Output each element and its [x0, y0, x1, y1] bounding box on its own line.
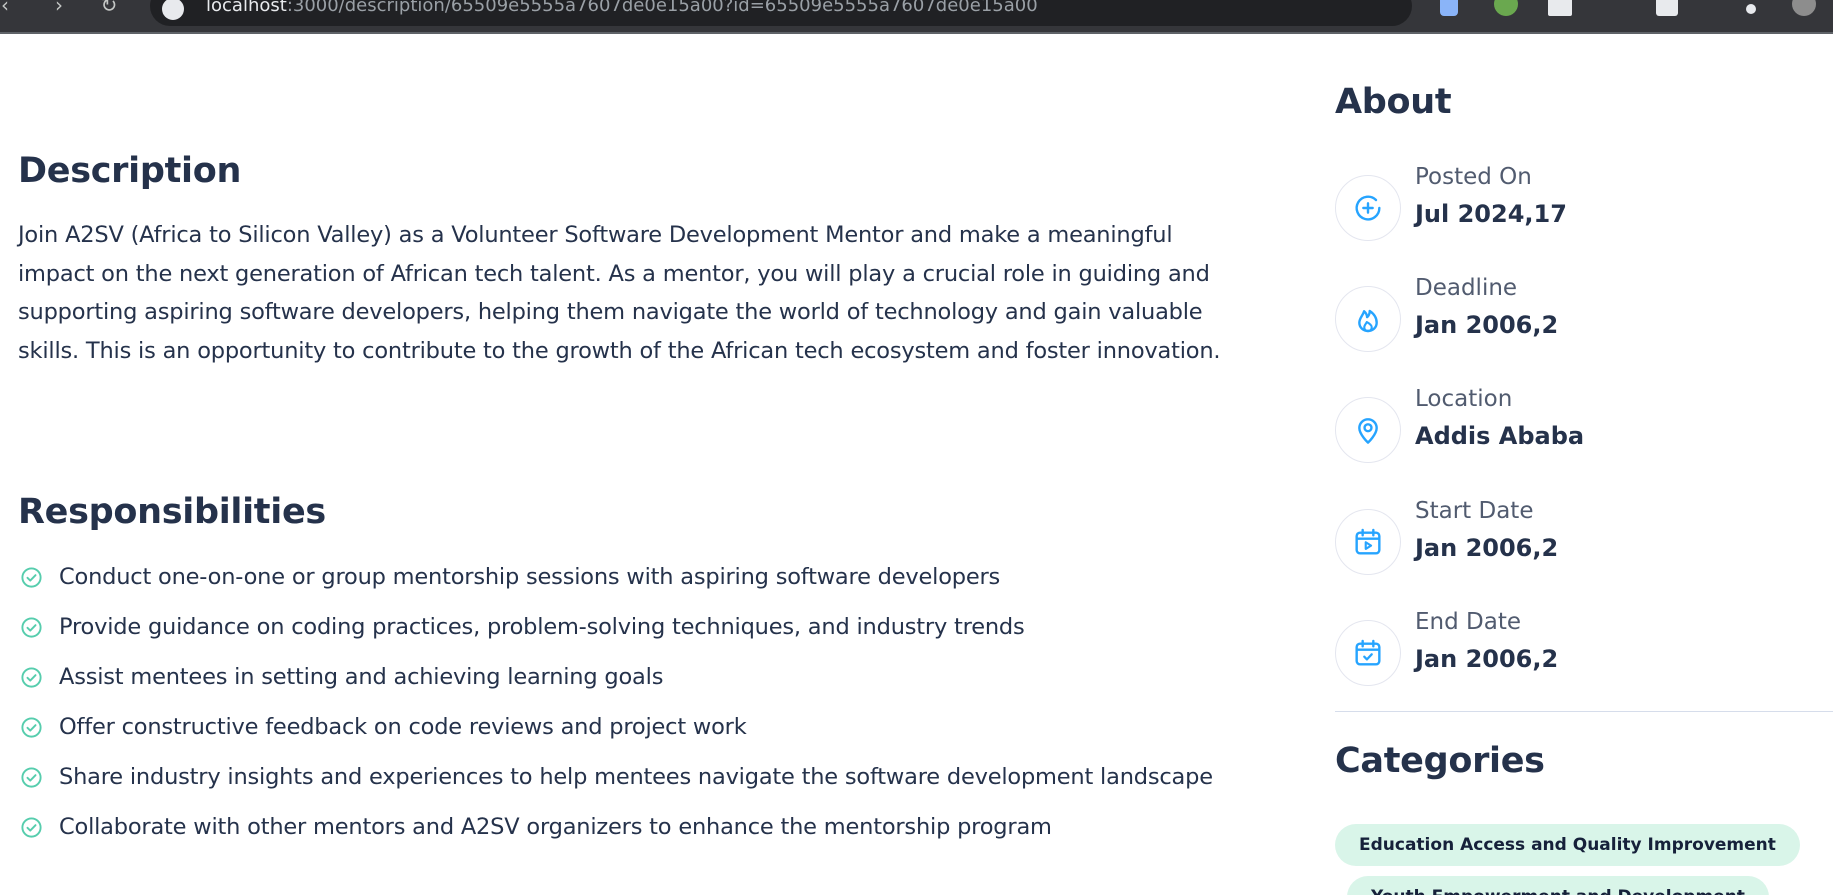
- list-item: Offer constructive feedback on code revi…: [18, 708, 1248, 747]
- list-item: Provide guidance on coding practices, pr…: [18, 608, 1248, 647]
- calendar-check-icon: [1335, 620, 1401, 686]
- about-posted-on: Posted On Jul 2024,17: [1335, 164, 1815, 244]
- browser-toolbar: ‹ › ↻ localhost:3000/description/65509e5…: [0, 0, 1833, 34]
- list-item: Assist mentees in setting and achieving …: [18, 658, 1248, 697]
- downloads-icon[interactable]: [1656, 0, 1678, 16]
- about-start-date: Start Date Jan 2006,2: [1335, 498, 1815, 578]
- check-circle-icon: [21, 767, 42, 788]
- about-label: Location: [1415, 386, 1513, 412]
- address-bar[interactable]: localhost:3000/description/65509e5555a76…: [150, 0, 1412, 26]
- category-tag[interactable]: Education Access and Quality Improvement: [1335, 824, 1800, 866]
- description-heading: Description: [18, 151, 242, 191]
- about-location: Location Addis Ababa: [1335, 386, 1815, 466]
- category-tag[interactable]: Youth Empowerment and Development: [1347, 876, 1769, 895]
- about-label: Posted On: [1415, 164, 1532, 190]
- list-item: Share industry insights and experiences …: [18, 758, 1248, 797]
- list-item: Conduct one-on-one or group mentorship s…: [18, 558, 1248, 597]
- check-circle-icon: [21, 717, 42, 738]
- description-text: Join A2SV (Africa to Silicon Valley) as …: [18, 222, 1221, 364]
- calendar-play-icon: [1335, 509, 1401, 575]
- about-label: Start Date: [1415, 498, 1534, 524]
- sidebar-divider: [1335, 711, 1833, 712]
- about-value: Jul 2024,17: [1415, 200, 1567, 228]
- responsibilities-list: Conduct one-on-one or group mentorship s…: [18, 558, 1248, 858]
- responsibility-text: Assist mentees in setting and achieving …: [59, 664, 664, 690]
- categories-heading: Categories: [1335, 741, 1545, 781]
- profile-avatar[interactable]: [1792, 0, 1816, 16]
- check-circle-icon: [21, 617, 42, 638]
- about-label: End Date: [1415, 609, 1521, 635]
- responsibilities-heading: Responsibilities: [18, 492, 326, 532]
- about-value: Jan 2006,2: [1415, 645, 1559, 673]
- about-deadline: Deadline Jan 2006,2: [1335, 275, 1815, 355]
- map-pin-icon: [1335, 397, 1401, 463]
- about-heading: About: [1335, 82, 1452, 122]
- responsibility-text: Share industry insights and experiences …: [59, 764, 1213, 790]
- about-value: Jan 2006,2: [1415, 311, 1559, 339]
- back-icon[interactable]: ‹: [0, 0, 16, 16]
- responsibility-text: Conduct one-on-one or group mentorship s…: [59, 564, 1001, 590]
- extension-pen-icon[interactable]: [1440, 0, 1458, 16]
- responsibility-text: Offer constructive feedback on code revi…: [59, 714, 747, 740]
- site-info-icon[interactable]: [162, 0, 184, 20]
- responsibility-text: Collaborate with other mentors and A2SV …: [59, 814, 1052, 840]
- extension-square-icon[interactable]: [1548, 0, 1572, 16]
- check-circle-icon: [21, 567, 42, 588]
- check-circle-icon: [21, 817, 42, 838]
- menu-icon[interactable]: [1746, 4, 1756, 14]
- fire-icon: [1335, 286, 1401, 352]
- about-label: Deadline: [1415, 275, 1518, 301]
- responsibility-text: Provide guidance on coding practices, pr…: [59, 614, 1025, 640]
- plus-circle-icon: [1335, 175, 1401, 241]
- list-item: Collaborate with other mentors and A2SV …: [18, 808, 1248, 847]
- about-value: Jan 2006,2: [1415, 534, 1559, 562]
- about-value: Addis Ababa: [1415, 422, 1585, 450]
- extension-green-icon[interactable]: [1494, 0, 1518, 16]
- url-text[interactable]: localhost:3000/description/65509e5555a76…: [206, 0, 1038, 16]
- check-circle-icon: [21, 667, 42, 688]
- forward-icon[interactable]: ›: [48, 0, 70, 16]
- reload-icon[interactable]: ↻: [98, 0, 120, 16]
- about-end-date: End Date Jan 2006,2: [1335, 609, 1815, 689]
